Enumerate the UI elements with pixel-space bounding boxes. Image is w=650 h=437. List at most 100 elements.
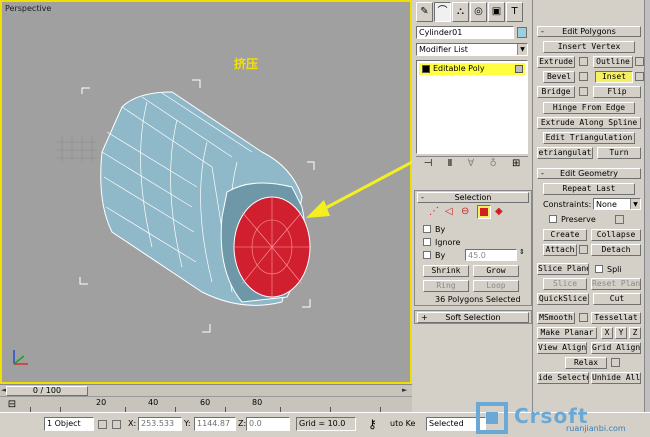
modifier-list-dropdown[interactable]: Modifier List ▼ <box>416 43 528 56</box>
outline-button[interactable]: Outline <box>593 56 633 68</box>
inset-settings-icon[interactable] <box>635 72 644 81</box>
show-end-result-icon[interactable]: Ⅱ <box>447 158 452 169</box>
modifier-stack[interactable]: Editable Poly <box>416 60 528 154</box>
create-button[interactable]: Create <box>543 229 587 241</box>
detach-button[interactable]: Detach <box>591 244 641 256</box>
z-coordinate-input[interactable]: 0.0 <box>246 417 290 431</box>
collapse-button[interactable]: Collapse <box>591 229 641 241</box>
outline-settings-icon[interactable] <box>635 57 644 66</box>
inset-button[interactable]: Inset <box>595 71 633 83</box>
attach-list-icon[interactable] <box>579 245 588 254</box>
display-tab-icon[interactable]: ▣ <box>488 2 505 22</box>
retriangulate-button[interactable]: etriangulat <box>537 147 593 159</box>
polygon-mode-icon[interactable] <box>477 205 491 219</box>
motion-tab-icon[interactable]: ◎ <box>470 2 487 22</box>
angle-input[interactable]: 45.0 <box>465 249 517 261</box>
extrude-settings-icon[interactable] <box>579 57 588 66</box>
border-mode-icon[interactable]: ⊖ <box>461 206 469 217</box>
flip-button[interactable]: Flip <box>593 86 641 98</box>
tessellate-button[interactable]: Tessellat <box>591 312 641 324</box>
planar-z-button[interactable]: Z <box>629 327 641 339</box>
create-tab-icon[interactable]: ✎ <box>416 2 433 22</box>
spinner-icon[interactable]: ⇕ <box>519 248 525 256</box>
planar-y-button[interactable]: Y <box>615 327 627 339</box>
cut-button[interactable]: Cut <box>593 293 641 305</box>
by-vertex-checkbox[interactable] <box>423 225 431 233</box>
y-coordinate-input[interactable]: 1144.87 <box>194 417 236 431</box>
ignore-backfacing-checkbox[interactable] <box>423 238 431 246</box>
extrude-button[interactable]: Extrude <box>537 56 575 68</box>
soft-selection-rollout-title[interactable]: + Soft Selection <box>417 312 529 323</box>
bevel-button[interactable]: Bevel <box>543 71 575 83</box>
selection-rollout-title[interactable]: - Selection <box>417 192 529 203</box>
chevron-down-icon[interactable]: ▼ <box>630 199 640 209</box>
vertex-mode-icon[interactable]: ⋰ <box>429 206 439 217</box>
utilities-tab-icon[interactable]: T <box>506 2 523 22</box>
shrink-button[interactable]: Shrink <box>423 265 469 277</box>
preserve-uvs-settings-icon[interactable] <box>615 215 624 224</box>
element-mode-icon[interactable]: ◆ <box>495 206 503 217</box>
edit-triangulation-button[interactable]: Edit Triangulation <box>543 132 635 144</box>
stack-item-toggle-icon[interactable] <box>515 65 523 73</box>
bridge-button[interactable]: Bridge <box>537 86 575 98</box>
turn-button[interactable]: Turn <box>597 147 641 159</box>
reset-plane-button[interactable]: Reset Plan <box>591 278 641 290</box>
bevel-settings-icon[interactable] <box>579 72 588 81</box>
stack-item-editable-poly[interactable]: Editable Poly <box>419 63 525 75</box>
msmooth-settings-icon[interactable] <box>579 313 588 322</box>
make-unique-icon[interactable]: ∀ <box>468 158 475 169</box>
command-panel-tabs: ✎ ⌒ ⛬ ◎ ▣ T <box>416 2 523 24</box>
modify-tab-icon[interactable]: ⌒ <box>434 2 451 22</box>
remove-modifier-icon[interactable]: ♁ <box>490 158 497 169</box>
by-angle-checkbox[interactable] <box>423 251 431 259</box>
constraints-dropdown[interactable]: None ▼ <box>593 198 641 210</box>
insert-vertex-button[interactable]: Insert Vertex <box>543 41 635 53</box>
key-icon[interactable]: ⚷ <box>368 417 377 431</box>
relax-button[interactable]: Relax <box>565 357 607 369</box>
grid-size-display: Grid = 10.0 <box>296 417 356 431</box>
hinge-from-edge-button[interactable]: Hinge From Edge <box>543 102 635 114</box>
edit-geometry-title[interactable]: - Edit Geometry <box>537 168 641 179</box>
repeat-last-button[interactable]: Repeat Last <box>543 183 635 195</box>
bridge-settings-icon[interactable] <box>579 87 588 96</box>
perspective-viewport[interactable]: Perspective 挤压 <box>0 0 412 384</box>
extrude-along-spline-button[interactable]: Extrude Along Spline <box>537 117 641 129</box>
configure-sets-icon[interactable]: ⊞ <box>512 158 520 169</box>
absolute-mode-icon[interactable] <box>112 420 121 429</box>
slice-button[interactable]: Slice <box>543 278 587 290</box>
track-view-icon[interactable]: ⊟ <box>2 398 22 412</box>
loop-button[interactable]: Loop <box>473 280 519 292</box>
grid-align-button[interactable]: Grid Align <box>591 342 641 354</box>
next-frame-icon[interactable]: ► <box>402 386 407 394</box>
planar-x-button[interactable]: X <box>601 327 613 339</box>
pin-stack-icon[interactable]: ⊣ <box>424 158 433 169</box>
relax-settings-icon[interactable] <box>611 358 620 367</box>
hierarchy-tab-icon[interactable]: ⛬ <box>452 2 469 22</box>
trackbar[interactable]: ⊟ 20 40 60 80 <box>0 396 412 412</box>
hide-selected-button[interactable]: ide Selecte <box>537 372 589 384</box>
time-slider[interactable]: ◄ 0 / 100 ► <box>0 384 412 396</box>
unhide-all-button[interactable]: Unhide All <box>591 372 641 384</box>
chevron-down-icon[interactable]: ▼ <box>517 44 527 55</box>
attach-button[interactable]: Attach <box>543 244 577 256</box>
preserve-uvs-checkbox[interactable] <box>549 215 557 223</box>
auto-key-button[interactable]: uto Ke <box>390 419 415 428</box>
panel-scrollbar[interactable] <box>644 0 650 412</box>
by-vertex-label: By <box>435 225 446 234</box>
grow-button[interactable]: Grow <box>473 265 519 277</box>
slice-plane-button[interactable]: Slice Plane <box>537 263 589 275</box>
edge-mode-icon[interactable]: ◁ <box>445 206 453 217</box>
split-checkbox[interactable] <box>595 265 603 273</box>
view-align-button[interactable]: View Align <box>537 342 587 354</box>
lock-selection-icon[interactable] <box>98 420 107 429</box>
quickslice-button[interactable]: QuickSlice <box>537 293 589 305</box>
object-color-swatch[interactable] <box>517 27 527 38</box>
msmooth-button[interactable]: MSmooth <box>537 312 575 324</box>
time-slider-thumb[interactable]: 0 / 100 <box>6 386 88 396</box>
edit-polygons-title[interactable]: - Edit Polygons <box>537 26 641 37</box>
make-planar-button[interactable]: Make Planar <box>537 327 597 339</box>
expand-icon[interactable] <box>422 65 430 73</box>
object-name-input[interactable]: Cylinder01 <box>416 26 514 39</box>
x-coordinate-input[interactable]: 253.533 <box>138 417 182 431</box>
ring-button[interactable]: Ring <box>423 280 469 292</box>
